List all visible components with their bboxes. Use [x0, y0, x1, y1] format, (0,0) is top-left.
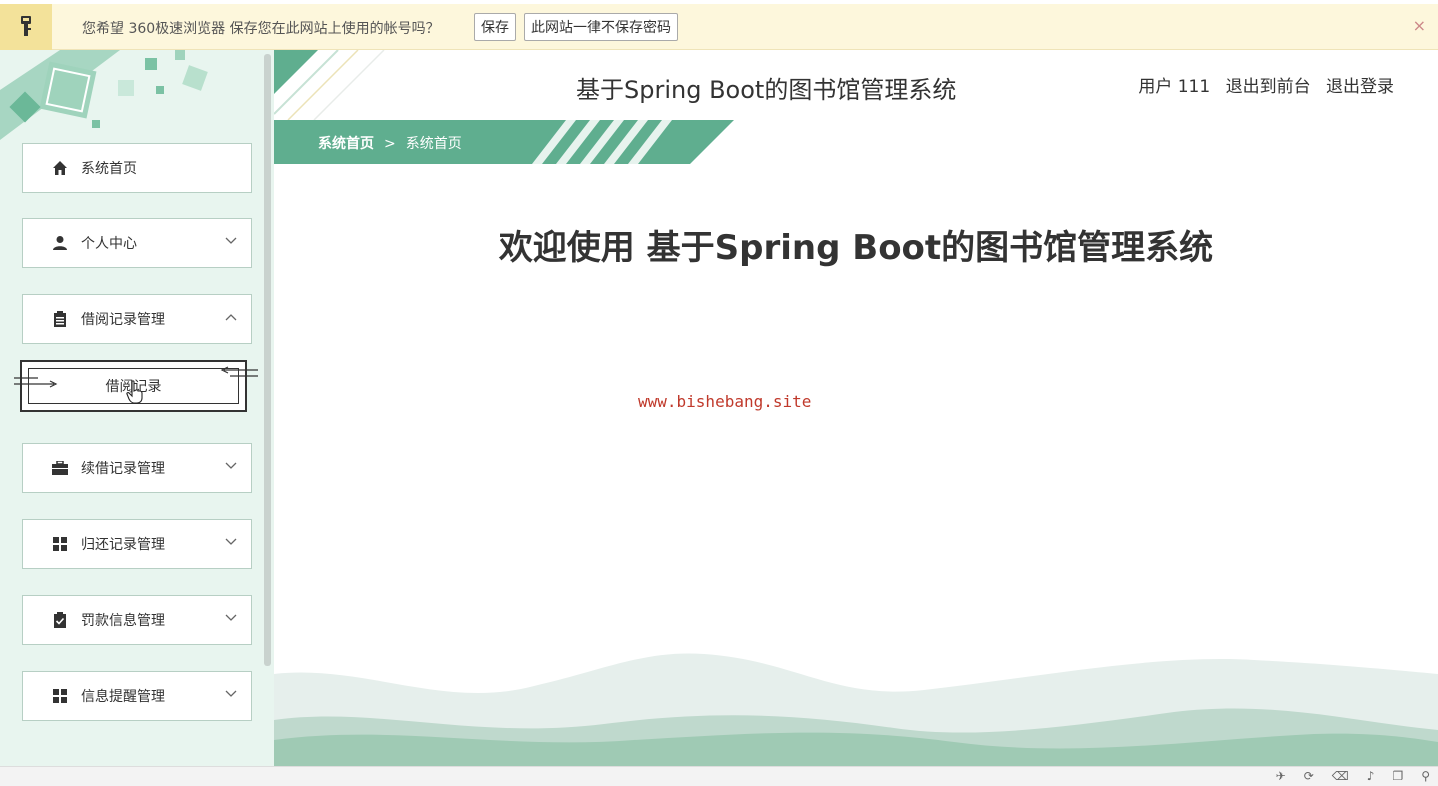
breadcrumb-separator: > [384, 136, 396, 152]
sidebar-item-label: 借阅记录管理 [81, 312, 165, 328]
sidebar-item-label: 个人中心 [81, 236, 137, 252]
volume-icon[interactable]: ♪ [1367, 769, 1375, 783]
cursor-hand-icon [126, 380, 143, 404]
sidebar-item-renew-records[interactable]: 续借记录管理 [22, 438, 257, 493]
sidebar-item-label: 信息提醒管理 [81, 689, 165, 705]
sidebar-item-return-records[interactable]: 归还记录管理 [22, 514, 257, 569]
watermark-link: www.bishebang.site [638, 392, 812, 411]
sidebar-item-fines[interactable]: 罚款信息管理 [22, 590, 257, 645]
logout-link[interactable]: 退出登录 [1326, 77, 1394, 97]
sidebar-item-profile[interactable]: 个人中心 [22, 213, 257, 268]
user-area: 用户 111 退出到前台 退出登录 [1128, 72, 1394, 97]
window-icon[interactable]: ❐ [1392, 769, 1403, 783]
trash-icon[interactable]: ⌫ [1332, 769, 1349, 783]
chevron-down-icon [225, 688, 237, 701]
username: 用户 111 [1138, 77, 1211, 97]
breadcrumb-home[interactable]: 系统首页 [318, 136, 374, 152]
sidebar: 系统首页 个人中心 借阅记录管理 借阅记录 续借记录管理 [0, 50, 274, 766]
pin-icon[interactable]: ✈ [1276, 769, 1286, 783]
refresh-icon[interactable]: ⟳ [1304, 769, 1314, 783]
chevron-down-icon [225, 612, 237, 625]
sidebar-item-label: 系统首页 [81, 161, 137, 177]
browser-status-bar: ✈ ⟳ ⌫ ♪ ❐ ⚲ [0, 766, 1438, 786]
arrows-left-decoration [14, 377, 58, 388]
sidebar-item-label: 归还记录管理 [81, 537, 165, 553]
breadcrumb-current: 系统首页 [405, 136, 462, 152]
site-title: 基于Spring Boot的图书馆管理系统 [576, 76, 957, 104]
arrows-right-decoration [220, 366, 258, 377]
zoom-icon[interactable]: ⚲ [1421, 769, 1430, 783]
save-password-button[interactable]: 保存 [474, 13, 516, 41]
never-save-button[interactable]: 此网站一律不保存密码 [524, 13, 678, 41]
top-header: 基于Spring Boot的图书馆管理系统 用户 111 退出到前台 退出登录 [274, 50, 1438, 120]
sidebar-item-borrow-records[interactable]: 借阅记录管理 [22, 289, 257, 344]
chevron-down-icon [225, 460, 237, 473]
password-save-bar: 您希望 360极速浏览器 保存您在此网站上使用的帐号吗？ 保存 此网站一律不保存… [0, 4, 1438, 50]
clipboard-icon [51, 310, 69, 328]
grid-icon [51, 535, 69, 553]
sidebar-item-reminders[interactable]: 信息提醒管理 [22, 666, 257, 721]
to-front-link[interactable]: 退出到前台 [1226, 77, 1311, 97]
key-icon [0, 4, 52, 50]
clipboard-check-icon [51, 611, 69, 629]
chevron-up-icon [225, 311, 237, 324]
close-icon[interactable]: × [1413, 16, 1426, 35]
wave-decoration [274, 653, 1438, 766]
user-icon [51, 234, 69, 252]
sidebar-item-home[interactable]: 系统首页 [22, 138, 257, 193]
grid-icon [51, 687, 69, 705]
welcome-title: 欢迎使用 基于Spring Boot的图书馆管理系统 [498, 228, 1214, 268]
briefcase-icon [51, 459, 69, 477]
breadcrumb: 系统首页 > 系统首页 [274, 120, 734, 164]
sidebar-scrollbar[interactable] [264, 54, 271, 666]
sidebar-item-label: 续借记录管理 [81, 461, 165, 477]
chevron-down-icon [225, 536, 237, 549]
chevron-down-icon [225, 235, 237, 248]
home-icon [51, 159, 69, 177]
sidebar-item-label: 罚款信息管理 [81, 613, 165, 629]
header-decoration [274, 50, 385, 120]
password-prompt: 您希望 360极速浏览器 保存您在此网站上使用的帐号吗？ [82, 21, 440, 37]
